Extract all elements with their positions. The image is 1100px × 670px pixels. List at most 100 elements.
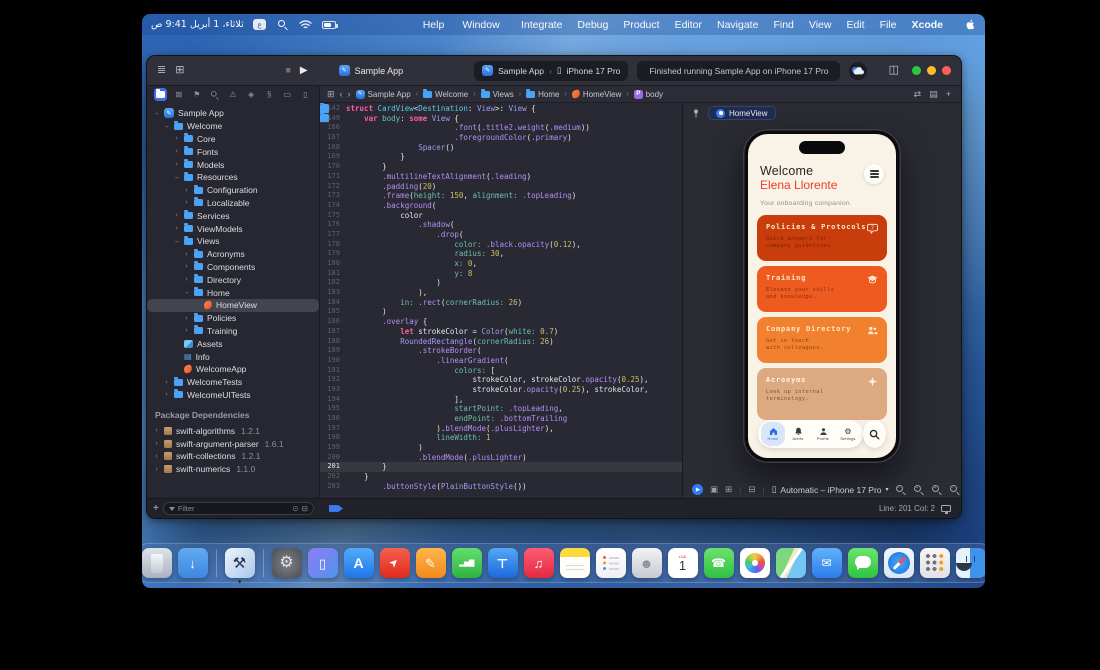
navigator-item-training[interactable]: › Training (147, 325, 319, 338)
navigator-item-welcomeapp[interactable]: WelcomeApp (147, 363, 319, 376)
breadcrumb-welcome[interactable]: Welcome (423, 88, 468, 99)
line-number[interactable]: 196 (320, 414, 346, 424)
code-line-181[interactable]: 181 y: 8 (320, 269, 682, 279)
line-number[interactable]: 190 (320, 356, 346, 366)
line-number[interactable]: 176 (320, 220, 346, 230)
minimize-light[interactable] (927, 66, 936, 75)
line-number[interactable]: 171 (320, 172, 346, 182)
dock-trash-icon[interactable] (142, 548, 172, 578)
line-number[interactable]: 168 (320, 143, 346, 153)
navigator-tab-reports[interactable]: ▯ (299, 88, 312, 101)
disclosure-chevron[interactable]: › (173, 225, 180, 232)
dock-downloads-icon[interactable]: ↓ (177, 548, 208, 578)
close-light[interactable] (942, 66, 951, 75)
code-line-184[interactable]: 184 in: .rect(cornerRadius: 26) (320, 298, 682, 308)
navigator-item-fonts[interactable]: › Fonts (147, 145, 319, 158)
related-items-icon[interactable]: ⊞ (327, 89, 335, 99)
navigator-item-services[interactable]: › Services (147, 209, 319, 222)
phone-tab-settings[interactable]: ⚙ Settings (836, 422, 860, 446)
menu-xcode[interactable]: Xcode (911, 19, 943, 31)
apple-logo-icon[interactable] (962, 19, 976, 31)
code-line-177[interactable]: 177 .drop( (320, 230, 682, 240)
line-number[interactable]: 203 (320, 482, 346, 492)
dock-contacts-icon[interactable]: ☻ (631, 548, 662, 578)
code-line-170[interactable]: 170 } (320, 162, 682, 172)
code-line-171[interactable]: 171 .multilineTextAlignment(.leading) (320, 172, 682, 182)
disclosure-chevron[interactable]: › (163, 391, 170, 398)
navigator-item-home[interactable]: › Home (147, 286, 319, 299)
stop-button[interactable]: ■ (285, 66, 290, 75)
dock-keynote-icon[interactable]: ⊤ (487, 548, 518, 578)
disclosure-chevron[interactable]: › (183, 315, 190, 322)
line-number[interactable]: 193 (320, 385, 346, 395)
code-line-192[interactable]: 192 strokeColor, strokeColor.opacity(0.2… (320, 375, 682, 385)
code-line-149[interactable]: 149 var body: some View { (320, 111, 459, 124)
navigator-tab-find[interactable] (208, 88, 221, 101)
dock-app-store-icon[interactable]: A (343, 548, 374, 578)
forward-icon[interactable]: › (348, 89, 351, 99)
card-company-directory[interactable]: Company Directory Get in touch with collea… (757, 316, 887, 363)
code-line-186[interactable]: 186 .overlay { (320, 317, 682, 327)
menu-bar-clock[interactable]: ثلاثاء، 1 أبريل 9:41 ص (151, 19, 244, 30)
code-line-202[interactable]: 202 } (320, 472, 682, 482)
code-line-200[interactable]: 200 .blendMode(.plusLighter) (320, 453, 682, 463)
disclosure-chevron[interactable]: › (153, 110, 160, 117)
phone-tab-alerts[interactable]: Alerts (786, 422, 810, 446)
package-item-swift-algorithms[interactable]: › swift-algorithms 1.2.1 (147, 424, 319, 437)
run-button[interactable]: ▶ (300, 65, 308, 76)
code-review-icon[interactable]: ⇄ (914, 89, 922, 100)
navigator-item-welcometests[interactable]: › WelcomeTests (147, 376, 319, 389)
code-line-188[interactable]: 188 RoundedRectangle(cornerRadius: 26) (320, 337, 682, 347)
navigator-item-core[interactable]: › Core (147, 133, 319, 146)
cloud-status-icon[interactable] (849, 61, 868, 80)
code-line-176[interactable]: 176 .shadow( (320, 220, 682, 230)
code-line-166[interactable]: 166 .font(.title2.weight(.medium)) (320, 123, 682, 133)
line-number[interactable]: 202 (320, 472, 346, 482)
line-number[interactable]: 201 (320, 462, 346, 472)
recent-files-icon[interactable]: ⊙ (292, 504, 298, 513)
line-number[interactable]: 181 (320, 269, 346, 279)
navigator-item-resources[interactable]: › Resources (147, 171, 319, 184)
battery-icon[interactable] (321, 19, 338, 31)
disclosure-chevron[interactable]: › (183, 187, 190, 194)
line-number[interactable]: 180 (320, 259, 346, 269)
source-control-filter-icon[interactable]: ⊟ (302, 504, 308, 513)
navigator-tab-debug[interactable]: § (263, 88, 276, 101)
menu-integrate[interactable]: Integrate (521, 19, 562, 31)
menu-edit[interactable]: Edit (846, 19, 864, 31)
code-line-197[interactable]: 197 ).blendMode(.plusLighter), (320, 424, 682, 434)
input-source-icon[interactable]: ع (253, 19, 267, 31)
package-item-swift-numerics[interactable]: › swift-numerics 1.1.0 (147, 463, 319, 476)
menu-view[interactable]: View (809, 19, 832, 31)
breadcrumb-home[interactable]: Home (526, 88, 559, 99)
disclosure-chevron[interactable]: › (163, 123, 170, 130)
disclosure-chevron[interactable]: › (173, 238, 180, 245)
navigator-tab-source-control[interactable]: ⊠ (172, 88, 185, 101)
disclosure-chevron[interactable]: › (183, 263, 190, 270)
navigator-tab-issues[interactable]: ⚠ (226, 88, 239, 101)
inspector-toggle-icon[interactable]: ◫ (889, 65, 899, 76)
disclosure-chevron[interactable]: › (163, 379, 170, 386)
dock-pages-icon[interactable]: ✎ (415, 548, 446, 578)
menu-editor[interactable]: Editor (675, 19, 702, 31)
navigator-item-info[interactable]: ▤ Info (147, 350, 319, 363)
code-line-179[interactable]: 179 radius: 30, (320, 249, 682, 259)
line-number[interactable]: 182 (320, 278, 346, 288)
menu-navigate[interactable]: Navigate (717, 19, 758, 31)
back-icon[interactable]: ‹ (340, 89, 343, 99)
breakpoint-indicator[interactable] (329, 505, 343, 512)
zoom-out-button[interactable]: − (895, 484, 906, 496)
line-number[interactable]: 186 (320, 317, 346, 327)
phone-menu-button[interactable] (864, 164, 884, 184)
variants-grid-icon[interactable]: ⊞ (725, 484, 732, 495)
pin-icon[interactable] (692, 108, 700, 119)
navigator-item-welcomeuitests[interactable]: › WelcomeUITests (147, 389, 319, 402)
add-editor-split-icon[interactable]: + (946, 89, 951, 100)
menu-window[interactable]: Window (462, 19, 499, 31)
code-line-203[interactable]: 203 .buttonStyle(PlainButtonStyle()) (320, 482, 682, 492)
line-number[interactable]: 194 (320, 395, 346, 405)
disclosure-chevron[interactable]: › (153, 466, 160, 473)
navigator-tab-bookmarks[interactable]: ⚑ (190, 88, 203, 101)
line-number[interactable]: 183 (320, 288, 346, 298)
phone-search-button[interactable] (863, 420, 886, 448)
